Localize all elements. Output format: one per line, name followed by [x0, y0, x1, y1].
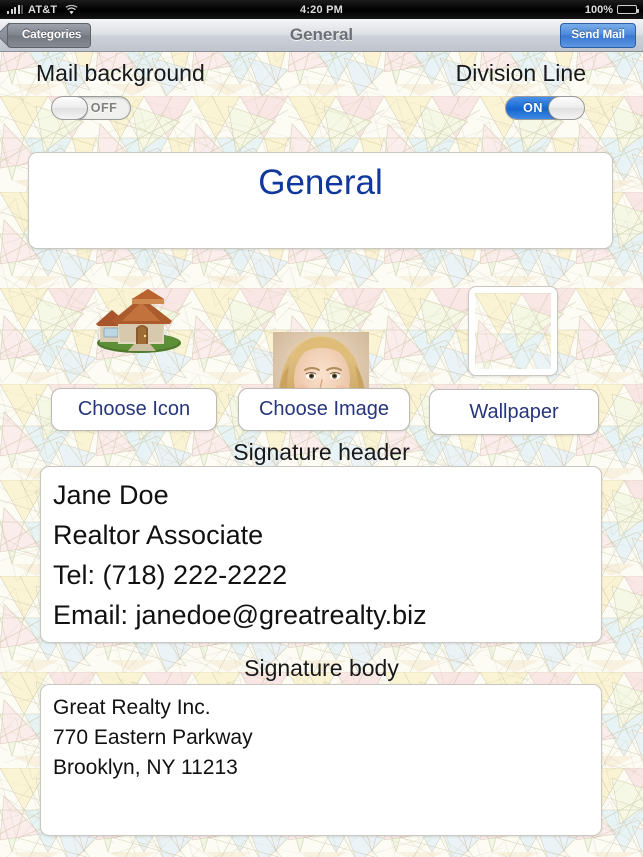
signature-header-line: Jane Doe [53, 480, 169, 510]
title-input-box[interactable]: General [28, 152, 613, 249]
signature-header-input[interactable]: Jane Doe Realtor Associate Tel: (718) 22… [40, 466, 602, 643]
battery-percent-label: 100% [584, 3, 613, 16]
wallpaper-button[interactable]: Wallpaper [429, 389, 599, 435]
signature-header-line: Email: janedoe@greatrealty.biz [53, 600, 427, 630]
page-title: General [289, 25, 354, 44]
signature-header-line: Realtor Associate [53, 520, 264, 550]
signature-body-line: Great Realty Inc. [53, 696, 211, 719]
mail-background-toggle[interactable]: OFF [51, 96, 131, 120]
choose-icon-button[interactable]: Choose Icon [51, 388, 217, 431]
choose-image-label: Choose Image [258, 398, 390, 420]
title-input-value: General [258, 163, 383, 202]
division-line-toggle[interactable]: ON [505, 96, 585, 120]
battery-full-icon [617, 5, 639, 14]
signature-body-label: Signature body [244, 655, 399, 681]
wallpaper-thumbnail[interactable] [468, 286, 558, 376]
choose-image-button[interactable]: Choose Image [238, 388, 410, 431]
signature-body-input[interactable]: Great Realty Inc. 770 Eastern Parkway Br… [40, 684, 602, 836]
toggle-knob [52, 97, 88, 119]
navigation-bar: Categories General Send Mail [0, 19, 643, 52]
division-line-label: Division Line [455, 60, 586, 86]
house-icon [92, 280, 182, 355]
toggle-knob [548, 97, 584, 119]
send-mail-button[interactable]: Send Mail [560, 22, 636, 48]
mail-background-label: Mail background [36, 60, 205, 86]
status-bar: AT&T 4:20 PM 100% [0, 0, 643, 19]
signature-body-line: 770 Eastern Parkway [53, 726, 253, 749]
signature-header-line: Tel: (718) 222-2222 [53, 560, 288, 590]
main-content: Mail background OFF Division Line ON Gen… [0, 52, 643, 857]
signature-body-line: Brooklyn, NY 11213 [53, 756, 238, 779]
wallpaper-label: Wallpaper [469, 400, 559, 423]
signature-header-label: Signature header [233, 439, 410, 465]
status-time: 4:20 PM [300, 3, 343, 16]
choose-icon-label: Choose Icon [77, 398, 191, 420]
send-mail-label: Send Mail [571, 29, 625, 41]
